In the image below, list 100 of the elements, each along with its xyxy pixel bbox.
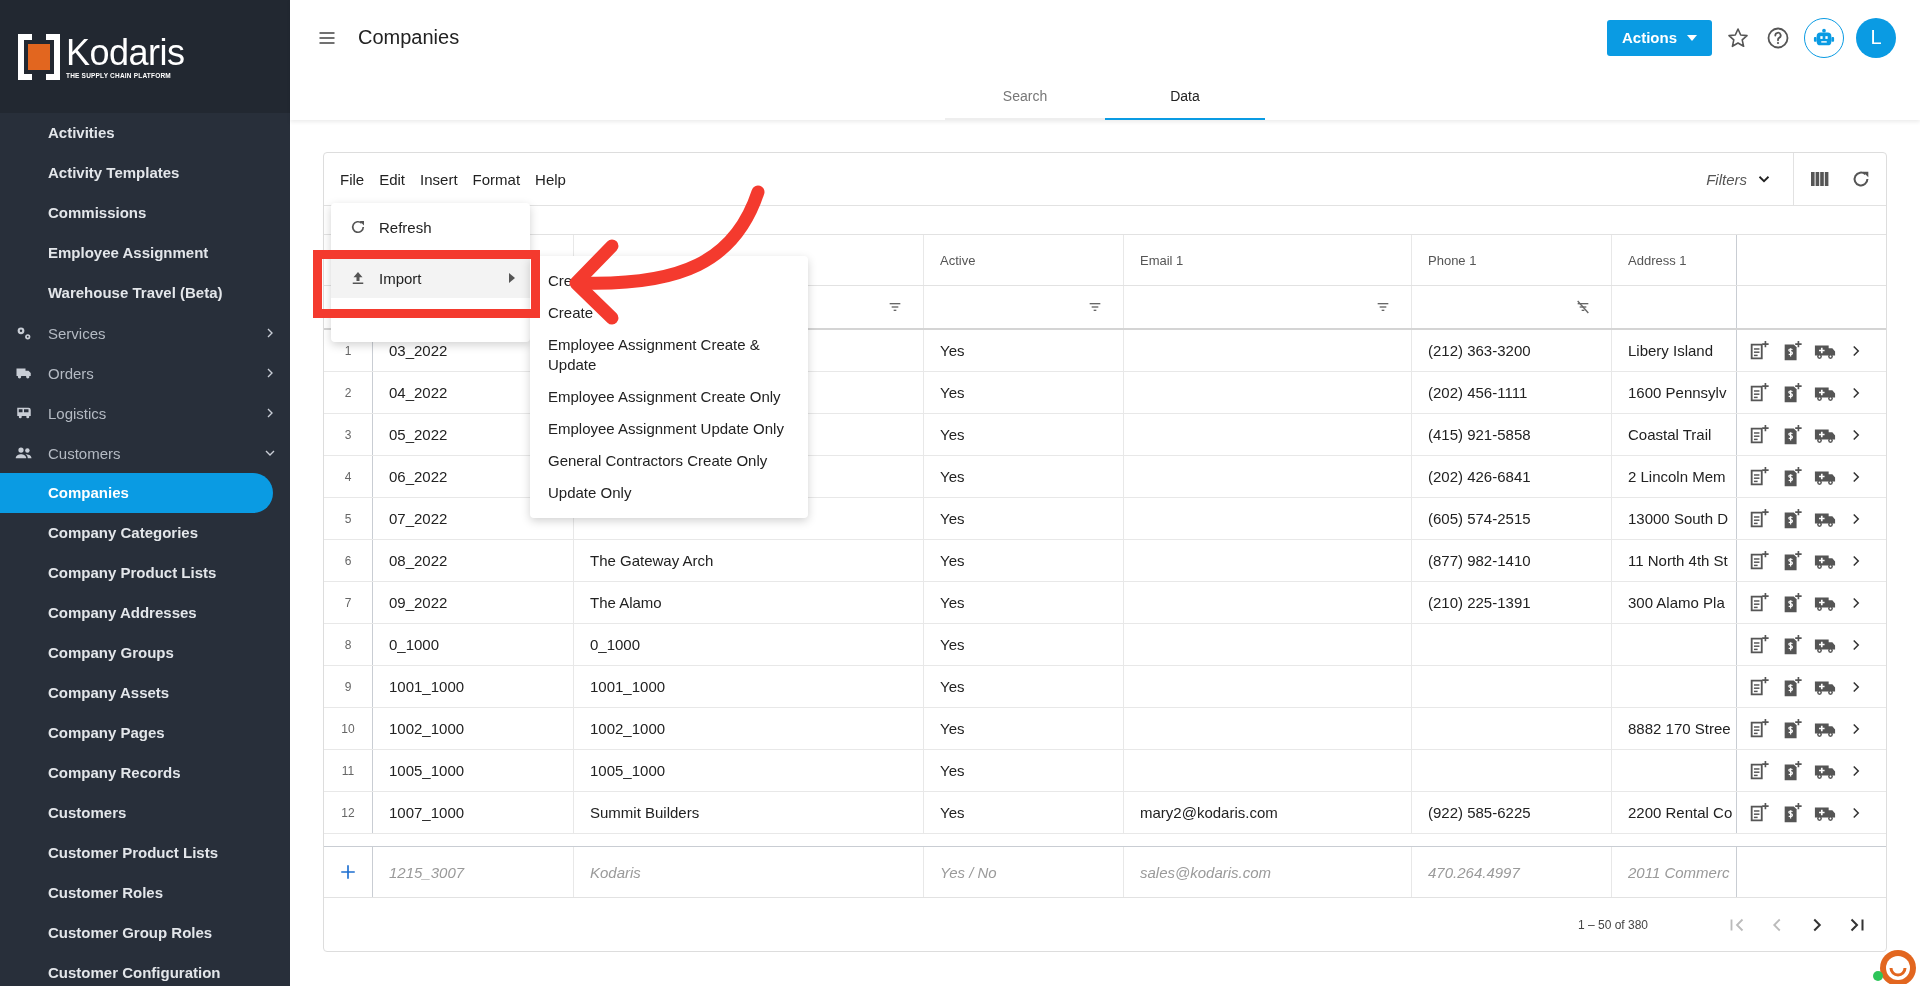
row-number: 12 <box>324 792 373 833</box>
table-cell: 1600 Pennsylv <box>1612 372 1737 413</box>
sidebar-item[interactable]: Employee Assignment <box>0 233 273 273</box>
filters-dropdown[interactable]: Filters <box>1706 153 1794 205</box>
note-plus-icon[interactable] <box>1748 465 1770 488</box>
table-cell: Yes <box>924 456 1124 497</box>
sidebar-item[interactable]: Customer Product Lists <box>0 833 273 873</box>
table-cell: (415) 921-5858 <box>1412 414 1612 455</box>
sidebar-group[interactable]: Orders <box>0 353 278 393</box>
sidebar-item[interactable]: Customer Roles <box>0 873 273 913</box>
sidebar-item[interactable]: Company Pages <box>0 713 273 753</box>
input-field[interactable]: Kodaris <box>590 863 923 881</box>
note-plus-icon[interactable] <box>1748 759 1770 782</box>
table-cell: 300 Alamo Pla <box>1612 582 1737 623</box>
note-plus-icon[interactable] <box>1748 381 1770 404</box>
table-cell: 09_2022 <box>373 582 574 623</box>
sidebar-item[interactable]: Commissions <box>0 193 273 233</box>
row-number: 9 <box>324 666 373 707</box>
columns-icon[interactable] <box>1810 170 1830 188</box>
tab[interactable]: Data <box>1105 75 1265 120</box>
input-field[interactable]: 470.264.4997 <box>1428 863 1611 881</box>
table-cell: Yes <box>924 414 1124 455</box>
table-cell: 1002_1000 <box>574 708 924 749</box>
note-plus-icon[interactable] <box>1748 339 1770 362</box>
menu-item[interactable]: Insert <box>420 170 458 188</box>
table-cell: The Alamo <box>574 582 924 623</box>
pagination-range: 1 – 50 of 380 <box>1577 917 1648 932</box>
table-cell: 2200 Rental Co <box>1612 792 1737 833</box>
input-field[interactable]: 1215_3007 <box>389 863 573 881</box>
logo-wordmark: Kodaris <box>66 34 185 72</box>
sidebar-item[interactable]: Company Records <box>0 753 273 793</box>
note-plus-icon[interactable] <box>1748 423 1770 446</box>
input-field[interactable]: 2011 Commerc <box>1628 863 1736 881</box>
menu-item[interactable]: Help <box>535 170 566 188</box>
refresh-icon <box>349 218 367 236</box>
sidebar-item[interactable]: Company Assets <box>0 673 273 713</box>
table-cell: 1007_1000 <box>373 792 574 833</box>
note-plus-icon[interactable] <box>1748 801 1770 824</box>
note-plus-icon[interactable] <box>1748 549 1770 572</box>
row-number: 4 <box>324 456 373 497</box>
row-number: 7 <box>324 582 373 623</box>
column-header[interactable]: Email 1 <box>1124 235 1412 285</box>
sidebar-group[interactable]: Logistics <box>0 393 278 433</box>
menu-item[interactable]: Edit <box>379 170 406 188</box>
table-cell: (202) 456-1111 <box>1412 372 1612 413</box>
column-header[interactable]: Active <box>924 235 1124 285</box>
table-cell: Yes <box>924 666 1124 707</box>
sidebar-group[interactable]: Services <box>0 313 278 353</box>
table-cell: 1001_1000 <box>373 666 574 707</box>
sidebar-item[interactable]: Customers <box>0 793 273 833</box>
note-plus-icon[interactable] <box>1748 507 1770 530</box>
star-icon[interactable] <box>1726 25 1750 50</box>
table-cell: Yes <box>924 372 1124 413</box>
note-plus-icon[interactable] <box>1748 717 1770 740</box>
tab[interactable]: Search <box>945 75 1105 120</box>
caret-icon <box>1687 34 1697 41</box>
add-row-icon[interactable] <box>339 863 357 881</box>
help-icon[interactable] <box>1766 25 1790 50</box>
sidebar-item[interactable]: Company Categories <box>0 513 273 553</box>
menu-item[interactable]: File <box>340 170 365 188</box>
table-cell: 1005_1000 <box>574 750 924 791</box>
note-plus-icon[interactable] <box>1748 591 1770 614</box>
menu-item[interactable]: Import <box>331 258 530 298</box>
table-cell: Coastal Trail <box>1612 414 1737 455</box>
column-header[interactable]: Address 1 <box>1612 235 1737 285</box>
table-cell: (922) 585-6225 <box>1412 792 1612 833</box>
menu-item[interactable]: Refresh <box>331 207 530 247</box>
input-field[interactable]: Yes / No <box>940 863 1123 881</box>
table-cell: Yes <box>924 624 1124 665</box>
table-cell: 8882 170 Stree <box>1612 708 1737 749</box>
table-cell: (210) 225-1391 <box>1412 582 1612 623</box>
table-cell: 0_1000 <box>574 624 924 665</box>
table-cell: (605) 574-2515 <box>1412 498 1612 539</box>
row-number: 6 <box>324 540 373 581</box>
sidebar-group[interactable]: Customers <box>0 433 278 473</box>
menu-item[interactable]: Create <box>530 297 808 329</box>
menu-item[interactable]: Cre <box>530 265 808 297</box>
row-number: 11 <box>324 750 373 791</box>
table-cell: Yes <box>924 750 1124 791</box>
note-plus-icon[interactable] <box>1748 633 1770 656</box>
table-cell: 11 North 4th St <box>1612 540 1737 581</box>
column-header[interactable]: Phone 1 <box>1412 235 1612 285</box>
caret-right-icon <box>508 273 516 283</box>
sidebar-item[interactable]: Warehouse Travel (Beta) <box>0 273 273 313</box>
sidebar-item[interactable]: Company Product Lists <box>0 553 273 593</box>
table-cell: 2 Lincoln Mem <box>1612 456 1737 497</box>
filter-off-icon[interactable] <box>1575 299 1591 315</box>
sidebar-item[interactable]: Activities <box>0 113 273 153</box>
sidebar-item[interactable]: Company Groups <box>0 633 273 673</box>
table-cell: (202) 426-6841 <box>1412 456 1612 497</box>
sidebar-item[interactable]: Customer Group Roles <box>0 913 273 953</box>
table-cell: (212) 363-3200 <box>1412 330 1612 371</box>
menu-item[interactable]: Format <box>472 170 521 188</box>
table-cell: Summit Builders <box>574 792 924 833</box>
sidebar-item[interactable]: Activity Templates <box>0 153 273 193</box>
sidebar-item[interactable]: Company Addresses <box>0 593 273 633</box>
note-plus-icon[interactable] <box>1748 675 1770 698</box>
sidebar-item[interactable]: Customer Configuration <box>0 953 273 986</box>
table-cell: 13000 South D <box>1612 498 1737 539</box>
input-field[interactable]: sales@kodaris.com <box>1140 863 1411 881</box>
